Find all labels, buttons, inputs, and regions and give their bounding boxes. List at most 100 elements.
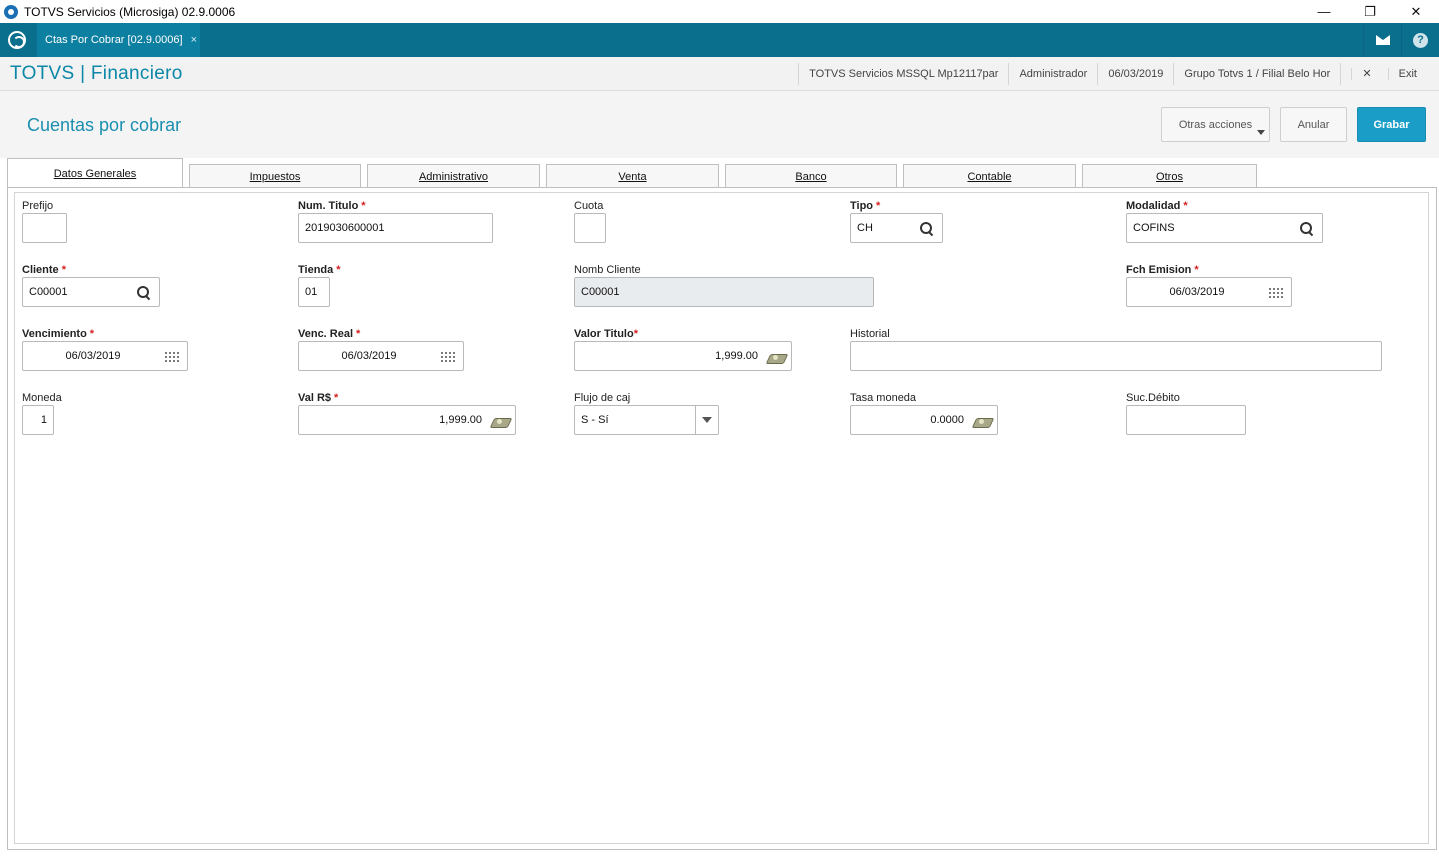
help-icon: ? [1413, 32, 1428, 48]
tab-datos-generales[interactable]: Datos Generales [7, 158, 183, 188]
totvs-logo-icon [4, 4, 18, 19]
tab-administrativo[interactable]: Administrativo [367, 164, 540, 188]
calendar-icon[interactable] [440, 351, 456, 363]
field-vencimiento: Vencimiento * 06/03/2019 [22, 328, 192, 372]
anular-button[interactable]: Anular [1280, 107, 1347, 142]
historial-label: Historial [850, 328, 890, 340]
val-rs-value: 1,999.00 [439, 414, 482, 426]
tab-contable[interactable]: Contable [903, 164, 1076, 188]
search-icon[interactable] [920, 222, 934, 236]
mail-icon [1375, 35, 1390, 45]
cuota-input[interactable] [574, 213, 606, 243]
flujo-value: S - Sí [581, 414, 609, 426]
grabar-button[interactable]: Grabar [1357, 107, 1426, 142]
app-tabbar: Ctas Por Cobrar [02.9.0006] × ? [0, 23, 1439, 57]
app-tab-ctas-por-cobrar[interactable]: Ctas Por Cobrar [02.9.0006] × [37, 23, 200, 57]
window-titlebar: TOTVS Servicios (Microsiga) 02.9.0006 — … [0, 0, 1439, 23]
venc-real-input[interactable]: 06/03/2019 [298, 341, 464, 371]
money-icon[interactable] [491, 414, 509, 428]
exit-button[interactable]: ✕ Exit [1340, 63, 1439, 85]
money-icon[interactable] [767, 350, 785, 364]
form-area: Prefijo Num. Titulo * 2019030600001 Cuota… [14, 192, 1429, 844]
session-info: TOTVS Servicios MSSQL Mp12117par Adminis… [798, 57, 1439, 91]
field-venc-real: Venc. Real * 06/03/2019 [298, 328, 468, 372]
tipo-input[interactable]: CH [850, 213, 943, 243]
flujo-label: Flujo de caj [574, 392, 631, 404]
minimize-button[interactable]: — [1301, 0, 1347, 23]
prefijo-input[interactable] [22, 213, 67, 243]
vencimiento-input[interactable]: 06/03/2019 [22, 341, 188, 371]
fch-emision-input[interactable]: 06/03/2019 [1126, 277, 1292, 307]
search-icon[interactable] [1300, 222, 1314, 236]
field-historial: Historial [850, 328, 1385, 372]
field-flujo-caja: Flujo de caj S - Sí [574, 392, 724, 436]
tienda-label: Tienda * [298, 264, 341, 276]
vencimiento-value: 06/03/2019 [65, 350, 121, 362]
home-icon[interactable] [8, 31, 26, 49]
calendar-icon[interactable] [1268, 287, 1284, 299]
help-button[interactable]: ? [1401, 23, 1439, 57]
field-cliente: Cliente * C00001 [22, 264, 162, 308]
modalidad-input[interactable]: COFINS [1126, 213, 1323, 243]
exit-label: Exit [1387, 68, 1427, 80]
field-nomb-cliente: Nomb Cliente C00001 [574, 264, 874, 308]
tipo-value: CH [857, 222, 873, 234]
vencimiento-label: Vencimiento * [22, 328, 95, 340]
form-panel: Prefijo Num. Titulo * 2019030600001 Cuota… [7, 187, 1437, 850]
messages-button[interactable] [1363, 23, 1401, 57]
field-fch-emision: Fch Emision * 06/03/2019 [1126, 264, 1296, 308]
module-brand: TOTVS | Financiero [10, 63, 183, 84]
otras-acciones-label: Otras acciones [1178, 118, 1253, 131]
field-tipo: Tipo * CH [850, 200, 950, 244]
venc-real-label: Venc. Real * [298, 328, 361, 340]
num-titulo-input[interactable]: 2019030600001 [298, 213, 493, 243]
prefijo-label: Prefijo [22, 200, 54, 212]
tab-venta[interactable]: Venta [546, 164, 719, 188]
field-prefijo: Prefijo [22, 200, 82, 244]
user-label[interactable]: Administrador [1008, 63, 1097, 85]
tab-otros[interactable]: Otros [1082, 164, 1257, 188]
window-controls: — ❐ ✕ [1301, 0, 1439, 23]
calendar-icon[interactable] [164, 351, 180, 363]
valor-titulo-label: Valor Titulo* [574, 328, 638, 340]
branch-label[interactable]: Grupo Totvs 1 / Filial Belo Hor [1173, 63, 1340, 85]
valor-titulo-value: 1,999.00 [715, 350, 758, 362]
field-tienda: Tienda * 01 [298, 264, 348, 308]
field-moneda: Moneda 1 [22, 392, 62, 436]
environment-label[interactable]: TOTVS Servicios MSSQL Mp12117par [798, 63, 1008, 85]
search-icon[interactable] [137, 286, 151, 300]
tab-impuestos[interactable]: Impuestos [189, 164, 361, 188]
chevron-down-icon[interactable] [695, 406, 718, 434]
tasa-value: 0.0000 [930, 414, 964, 426]
cuota-label: Cuota [574, 200, 604, 212]
cliente-input[interactable]: C00001 [22, 277, 160, 307]
app-tab-label: Ctas Por Cobrar [02.9.0006] [45, 34, 183, 46]
tasa-input[interactable]: 0.0000 [850, 405, 998, 435]
page-header: Cuentas por cobrar Otras acciones Anular… [0, 91, 1439, 158]
val-rs-label: Val R$ * [298, 392, 339, 404]
restore-button[interactable]: ❐ [1347, 0, 1393, 23]
tipo-label: Tipo * [850, 200, 881, 212]
field-tasa-moneda: Tasa moneda 0.0000 [850, 392, 1000, 436]
date-label[interactable]: 06/03/2019 [1097, 63, 1173, 85]
tab-banco[interactable]: Banco [725, 164, 897, 188]
field-modalidad: Modalidad * COFINS [1126, 200, 1326, 244]
otras-acciones-button[interactable]: Otras acciones [1161, 107, 1270, 142]
valor-titulo-input[interactable]: 1,999.00 [574, 341, 792, 371]
suc-debito-input[interactable] [1126, 405, 1246, 435]
field-cuota: Cuota [574, 200, 614, 244]
exit-icon: ✕ [1351, 68, 1382, 80]
topbar-icons: ? [1363, 23, 1439, 57]
flujo-select[interactable]: S - Sí [574, 405, 719, 435]
field-valor-titulo: Valor Titulo* 1,999.00 [574, 328, 794, 372]
moneda-input[interactable]: 1 [22, 405, 54, 435]
venc-real-value: 06/03/2019 [341, 350, 397, 362]
close-window-button[interactable]: ✕ [1393, 0, 1439, 23]
val-rs-input[interactable]: 1,999.00 [298, 405, 516, 435]
close-tab-icon[interactable]: × [191, 34, 197, 46]
window-title: TOTVS Servicios (Microsiga) 02.9.0006 [24, 4, 236, 19]
form-tabs: Datos Generales Impuestos Administrativo… [7, 158, 1437, 188]
money-icon[interactable] [973, 414, 991, 428]
tienda-input[interactable]: 01 [298, 277, 330, 307]
historial-input[interactable] [850, 341, 1382, 371]
